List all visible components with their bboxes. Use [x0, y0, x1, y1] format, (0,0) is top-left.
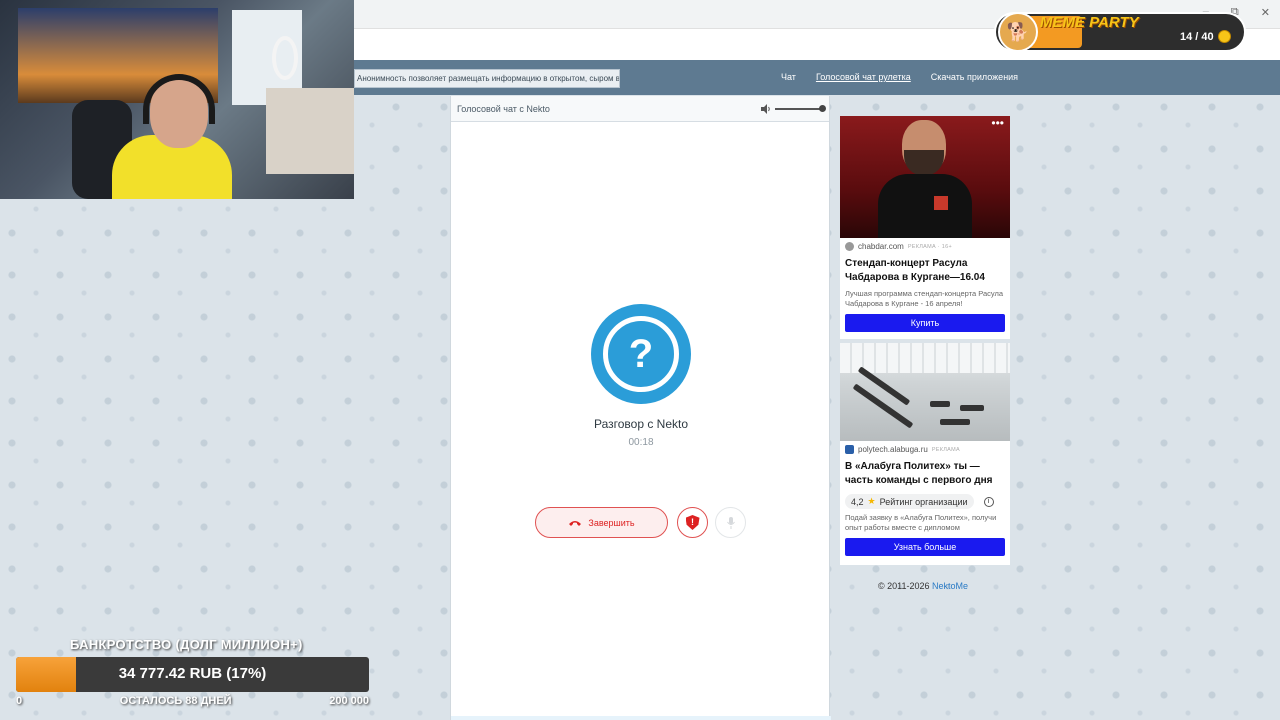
coin-icon [1217, 30, 1231, 43]
ad-card-standup[interactable]: ••• chabdar.com РЕКЛАМА · 16+ Стендап-ко… [840, 116, 1010, 339]
voice-chat-panel: Голосовой чат с Nekto ? Разговор с Nekto… [450, 96, 831, 720]
meme-party-count: 14 / 40 [1180, 30, 1231, 43]
chat-footer-strip [451, 716, 831, 720]
microphone-icon [726, 516, 735, 529]
close-icon[interactable]: ✕ [1261, 6, 1270, 19]
chat-header: Голосовой чат с Nekto [451, 96, 829, 122]
speaker-icon[interactable] [761, 103, 771, 114]
conversation-timer: 00:18 [628, 437, 654, 448]
rating-pill: 4,2 ★ Рейтинг организации [845, 494, 974, 509]
ad-description: Подай заявку в «Алабуга Политех», получи… [845, 513, 997, 532]
volume-slider-knob[interactable] [819, 104, 826, 112]
info-icon[interactable]: i [983, 496, 994, 507]
footer-copyright: © 2011-2026 [878, 581, 933, 591]
bankruptcy-max: 200 000 [329, 695, 369, 707]
source-favicon-icon [845, 445, 854, 454]
ad-title[interactable]: В «Алабуга Политех» ты — часть команды с… [840, 454, 1010, 488]
star-icon: ★ [867, 496, 876, 506]
report-button[interactable]: ! [677, 507, 708, 538]
nav-link-voice-roulette[interactable]: Голосовой чат рулетка [816, 72, 911, 82]
bankruptcy-min: 0 [16, 695, 23, 707]
ad-menu-icon[interactable]: ••• [991, 116, 1004, 130]
ad-title[interactable]: Стендап-концерт Расула Чабдарова в Курга… [840, 251, 1010, 285]
nav-link-chat[interactable]: Чат [781, 72, 796, 82]
partner-avatar: ? [591, 304, 691, 404]
ad-buy-button[interactable]: Купить [845, 314, 1005, 332]
doge-icon: 🐕 [998, 12, 1038, 52]
ad-image-classroom[interactable] [840, 343, 1010, 441]
bankruptcy-title: БАНКРОТСТВО (ДОЛГ МИЛЛИОН+) [70, 637, 303, 652]
ad-source: chabdar.com РЕКЛАМА · 16+ [840, 238, 1010, 251]
bankruptcy-days-left: ОСТАЛОСЬ 88 ДНЕЙ [119, 695, 232, 707]
ad-rating: 4,2 ★ Рейтинг организации i [845, 494, 1005, 509]
ad-description: Лучшая программа стендап-концерта Расула… [845, 289, 1004, 308]
ad-source: polytech.alabuga.ru РЕКЛАМА [840, 441, 1010, 454]
source-favicon-icon [845, 242, 854, 251]
ad-image-comedian[interactable]: ••• [840, 116, 1010, 238]
chat-title: Голосовой чат с Nekto [457, 103, 550, 114]
end-call-label: Завершить [588, 517, 635, 528]
rating-label: Рейтинг организации [879, 496, 968, 507]
volume-control[interactable] [761, 103, 826, 114]
rating-value: 4,2 [851, 496, 864, 507]
mic-button[interactable] [715, 507, 746, 538]
hang-up-icon [569, 520, 582, 526]
site-footer: © 2011-2026 NektoMe [878, 581, 968, 591]
ad-source-domain[interactable]: chabdar.com [858, 242, 904, 251]
bankruptcy-footer: 0 ОСТАЛОСЬ 88 ДНЕЙ 200 000 [16, 695, 369, 707]
conversation-title: Разговор с Nekto [593, 417, 689, 431]
footer-link-nektome[interactable]: NektoMe [932, 581, 968, 591]
ad-tag: РЕКЛАМА · 16+ [907, 243, 952, 250]
ad-source-domain[interactable]: polytech.alabuga.ru [858, 445, 928, 454]
ad-tag: РЕКЛАМА [931, 446, 960, 453]
end-call-button[interactable]: Завершить [535, 507, 668, 538]
bankruptcy-value: 34 777.42 RUB (17%) [118, 665, 267, 682]
nav-link-download-apps[interactable]: Скачать приложения [931, 72, 1018, 82]
meme-party-title: MEME PARTY [1040, 14, 1139, 31]
site-notice: Анонимность позволяет размещать информац… [354, 69, 620, 88]
meme-party-count-value: 14 / 40 [1180, 30, 1214, 43]
volume-slider[interactable] [775, 104, 826, 112]
webcam-overlay [0, 0, 354, 199]
ad-card-alabuga[interactable]: polytech.alabuga.ru РЕКЛАМА В «Алабуга П… [840, 343, 1010, 565]
question-mark-icon: ? [603, 316, 679, 392]
nav-links: Чат Голосовой чат рулетка Скачать прилож… [781, 72, 1018, 82]
ad-learn-more-button[interactable]: Узнать больше [845, 538, 1005, 556]
shield-alert-icon: ! [685, 515, 700, 530]
